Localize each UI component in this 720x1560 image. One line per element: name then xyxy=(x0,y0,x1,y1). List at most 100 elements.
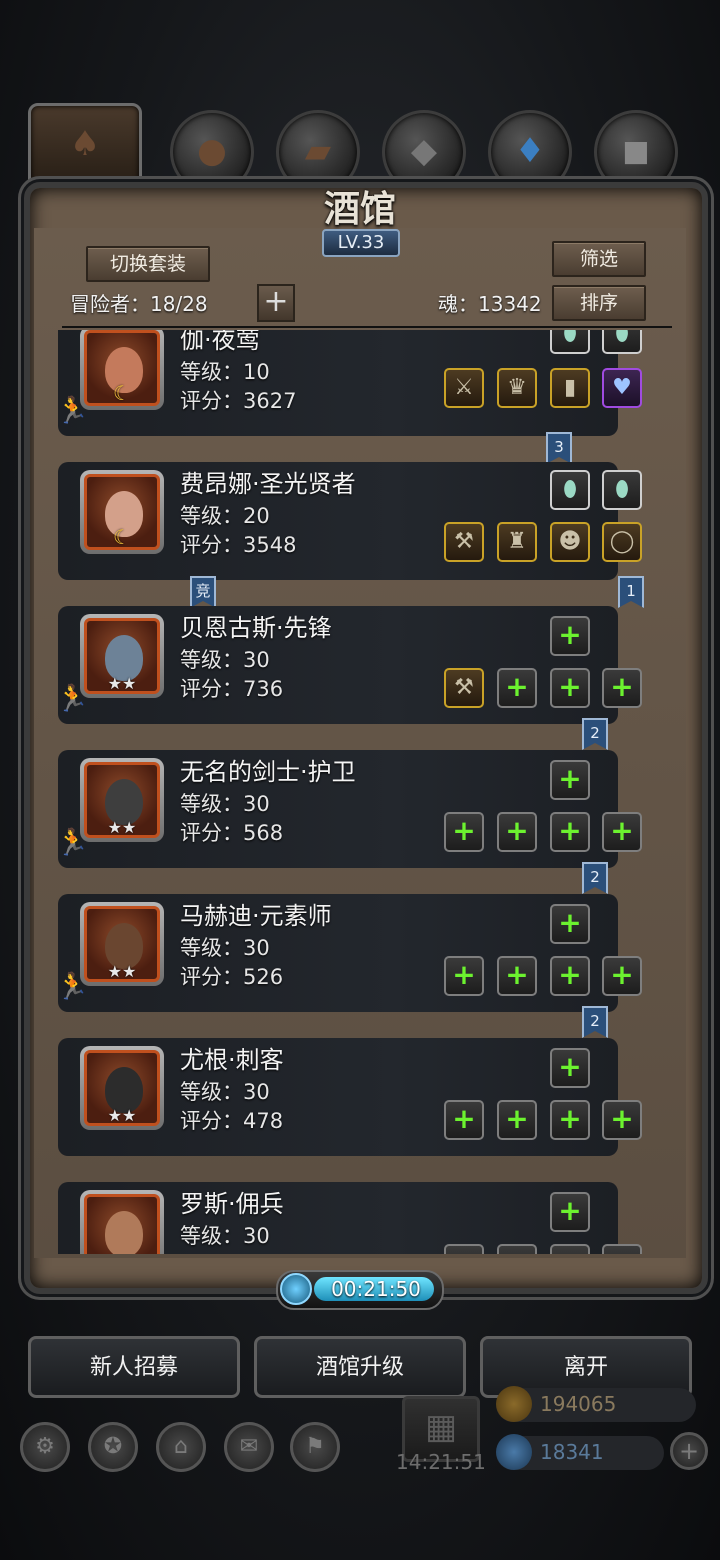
add-accessory-slot[interactable]: + xyxy=(550,668,590,708)
add-armor-slot[interactable]: + xyxy=(497,1100,537,1140)
soul-count: 魂：13342 xyxy=(438,292,542,316)
hero-card[interactable]: ★★ 🏃 马赫迪·元素师 等级：30 评分：526 + + + + + xyxy=(56,894,642,1012)
hero-face xyxy=(105,1211,143,1254)
hero-card[interactable]: ☾ 🏃 伽·夜莺 等级：10 评分：3627 ⬮ ⬮ ⚔ ♛ ▮ ♥ xyxy=(56,330,642,436)
add-adventurer-button[interactable]: + xyxy=(257,284,295,322)
rank-flag: 2 xyxy=(582,862,608,894)
add-weapon-slot[interactable]: + xyxy=(444,956,484,996)
hero-portrait: ☾ xyxy=(80,330,164,410)
moon-icon: ☾ xyxy=(113,381,131,405)
mask-slot[interactable]: ☻ xyxy=(550,522,590,562)
gem-slot[interactable]: ⬮ xyxy=(602,470,642,510)
add-weapon-slot[interactable]: + xyxy=(444,1244,484,1254)
add-ring-slot[interactable]: + xyxy=(602,1100,642,1140)
hero-portrait: ★★ xyxy=(80,1046,164,1130)
star-rating: ★★ xyxy=(107,674,137,693)
add-ring-slot[interactable]: + xyxy=(602,1244,642,1254)
add-gem-slot[interactable]: + xyxy=(550,760,590,800)
hero-list[interactable]: ☾ 🏃 伽·夜莺 等级：10 评分：3627 ⬮ ⬮ ⚔ ♛ ▮ ♥ 3 ☾ 费… xyxy=(34,330,686,1254)
gem-slot[interactable]: ⬮ xyxy=(550,330,590,354)
settings-icon[interactable]: ⚙ xyxy=(20,1422,70,1472)
shop-icon[interactable]: ⌂ xyxy=(156,1422,206,1472)
refresh-timer: 00:21:50 xyxy=(276,1270,444,1310)
weapon-slot[interactable]: ⚒ xyxy=(444,668,484,708)
add-gem-slot[interactable]: + xyxy=(550,616,590,656)
heart-slot[interactable]: ♥ xyxy=(602,368,642,408)
gem-value: 18341 xyxy=(540,1440,604,1464)
add-gem-slot[interactable]: + xyxy=(550,1192,590,1232)
star-rating: ★★ xyxy=(107,962,137,981)
hero-card[interactable]: ★★ 🏃 无名的剑士·护卫 等级：30 评分：568 + + + + + xyxy=(56,750,642,868)
hero-level: 等级：30 xyxy=(180,648,270,672)
add-gem-slot[interactable]: + xyxy=(550,1048,590,1088)
hero-level: 等级：30 xyxy=(180,1080,270,1104)
adventurer-count: 冒险者：18/28 xyxy=(70,292,208,316)
hero-card[interactable]: ★★ 🏃 贝恩古斯·先锋 等级：30 评分：736 + ⚒ + + + xyxy=(56,606,642,724)
add-weapon-slot[interactable]: + xyxy=(444,1100,484,1140)
hero-level: 等级：30 xyxy=(180,1224,270,1248)
add-ring-slot[interactable]: + xyxy=(602,668,642,708)
hero-score: 评分：478 xyxy=(180,1109,284,1133)
gold-counter: 194065 xyxy=(496,1386,696,1422)
upgrade-tavern-button[interactable]: 酒馆升级 xyxy=(254,1336,466,1398)
hero-portrait: ★★ xyxy=(80,902,164,986)
add-ring-slot[interactable]: + xyxy=(602,812,642,852)
gift-box-icon[interactable]: ⚑ xyxy=(290,1422,340,1472)
filter-button[interactable]: 筛选 xyxy=(552,241,646,277)
hero-score: 评分：736 xyxy=(180,677,284,701)
helmet-slot[interactable]: ♛ xyxy=(497,368,537,408)
add-armor-slot[interactable]: + xyxy=(497,956,537,996)
rank-flag: 3 xyxy=(546,432,572,464)
arena-flag: 竞 xyxy=(190,576,216,608)
armor-slot[interactable]: ♜ xyxy=(497,522,537,562)
add-accessory-slot[interactable]: + xyxy=(550,1244,590,1254)
add-armor-slot[interactable]: + xyxy=(497,1244,537,1254)
hero-name: 伽·夜莺 xyxy=(180,330,260,354)
timer-text: 00:21:50 xyxy=(331,1277,421,1301)
achievement-icon[interactable]: ✪ xyxy=(88,1422,138,1472)
hero-level: 等级：30 xyxy=(180,792,270,816)
weapon-slot[interactable]: ⚒ xyxy=(444,522,484,562)
add-gems-button[interactable]: + xyxy=(670,1432,708,1470)
gem-counter: 18341 xyxy=(496,1434,664,1470)
add-ring-slot[interactable]: + xyxy=(602,956,642,996)
add-accessory-slot[interactable]: + xyxy=(550,1100,590,1140)
runner-icon: 🏃 xyxy=(56,972,89,1002)
hat-icon: ♠ xyxy=(69,124,101,164)
hero-portrait: ★★ xyxy=(80,614,164,698)
gem-slot[interactable]: ⬮ xyxy=(602,330,642,354)
add-accessory-slot[interactable]: + xyxy=(550,956,590,996)
add-accessory-slot[interactable]: + xyxy=(550,812,590,852)
add-armor-slot[interactable]: + xyxy=(497,668,537,708)
weapon-slot[interactable]: ⚔ xyxy=(444,368,484,408)
rank-flag: 1 xyxy=(618,576,644,608)
boots-slot[interactable]: ▮ xyxy=(550,368,590,408)
metal-icon: ◼ xyxy=(621,131,651,171)
gold-value: 194065 xyxy=(540,1392,617,1416)
sort-button[interactable]: 排序 xyxy=(552,285,646,321)
hero-portrait: ★★ xyxy=(80,758,164,842)
star-rating: ★★ xyxy=(107,818,137,837)
switch-outfit-button[interactable]: 切换套装 xyxy=(86,246,210,282)
potion-icon: ● xyxy=(197,131,227,171)
hero-card[interactable]: ★★ 尤根·刺客 等级：30 评分：478 + + + + + xyxy=(58,1038,642,1156)
recruit-button[interactable]: 新人招募 xyxy=(28,1336,240,1398)
hero-card[interactable]: 罗斯·佣兵 等级：30 + + + + + xyxy=(58,1182,642,1254)
mail-icon[interactable]: ✉ xyxy=(224,1422,274,1472)
page-title: 酒馆 xyxy=(323,188,396,230)
hero-portrait: ☾ xyxy=(80,470,164,554)
ring-slot[interactable]: ◯ xyxy=(602,522,642,562)
gift-timer: 14:21:51 xyxy=(396,1450,486,1474)
hero-level: 等级：30 xyxy=(180,936,270,960)
gem-slot[interactable]: ⬮ xyxy=(550,470,590,510)
ore-icon: ◆ xyxy=(410,131,438,171)
rank-flag: 2 xyxy=(582,1006,608,1038)
tavern-level-badge: LV.33 xyxy=(322,229,400,257)
hero-card[interactable]: ☾ 费昂娜·圣光贤者 等级：20 评分：3548 ⬮ ⬮ ⚒ ♜ ☻ ◯ xyxy=(58,462,642,580)
hero-name: 费昂娜·圣光贤者 xyxy=(180,470,356,498)
add-armor-slot[interactable]: + xyxy=(497,812,537,852)
hero-score: 评分：526 xyxy=(180,965,284,989)
add-gem-slot[interactable]: + xyxy=(550,904,590,944)
add-weapon-slot[interactable]: + xyxy=(444,812,484,852)
hero-name: 尤根·刺客 xyxy=(180,1046,284,1074)
